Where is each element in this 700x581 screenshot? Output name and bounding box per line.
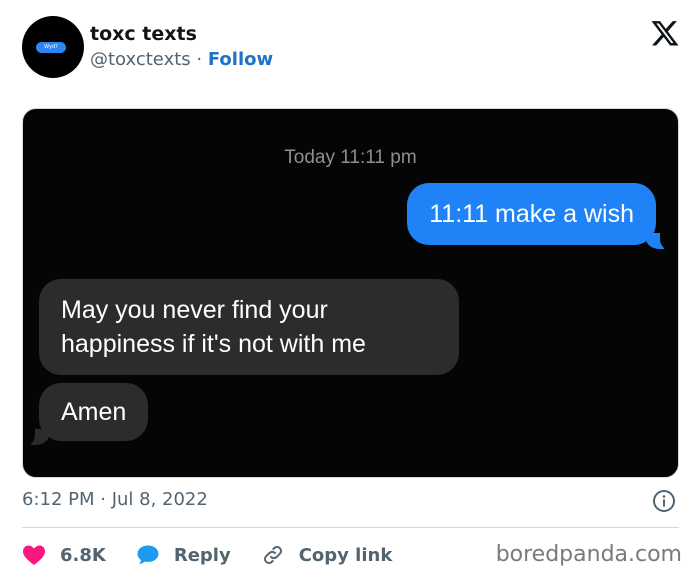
copy-link-label: Copy link — [298, 544, 393, 566]
conversation-timestamp: Today 11:11 pm — [284, 147, 417, 168]
display-name[interactable]: toxc texts — [90, 23, 197, 45]
reply-button[interactable]: Reply — [136, 544, 231, 566]
link-icon — [263, 546, 282, 564]
handle[interactable]: @toxctexts — [90, 49, 191, 70]
divider — [22, 527, 679, 528]
screenshot-image[interactable]: Today 11:11 pm 11:11 make a wish May you… — [22, 108, 679, 478]
received-message-bubble: May you never find your happiness if it'… — [39, 279, 459, 375]
like-count: 6.8K — [60, 544, 106, 566]
received-message-bubble: Amen — [39, 383, 149, 441]
tweet-header: Wyd? toxc texts @toxctexts · Follow — [22, 16, 682, 78]
x-logo-icon[interactable] — [650, 18, 680, 48]
heart-icon — [23, 545, 45, 565]
info-icon[interactable] — [652, 489, 676, 513]
post-timestamp[interactable]: 6:12 PM · Jul 8, 2022 — [22, 489, 208, 510]
avatar[interactable]: Wyd? — [22, 16, 84, 78]
reply-label: Reply — [173, 544, 231, 566]
avatar-bubble: Wyd? — [36, 42, 66, 53]
handle-row: @toxctexts · Follow — [90, 49, 273, 70]
speech-bubble-icon — [137, 545, 159, 565]
separator: · — [196, 49, 203, 70]
copy-link-button[interactable]: Copy link — [261, 543, 393, 567]
follow-button[interactable]: Follow — [208, 49, 273, 70]
like-button[interactable]: 6.8K — [22, 544, 106, 566]
action-bar: 6.8K Reply Copy link — [22, 540, 422, 570]
watermark: boredpanda.com — [495, 542, 682, 567]
sent-message-bubble: 11:11 make a wish — [407, 183, 656, 245]
